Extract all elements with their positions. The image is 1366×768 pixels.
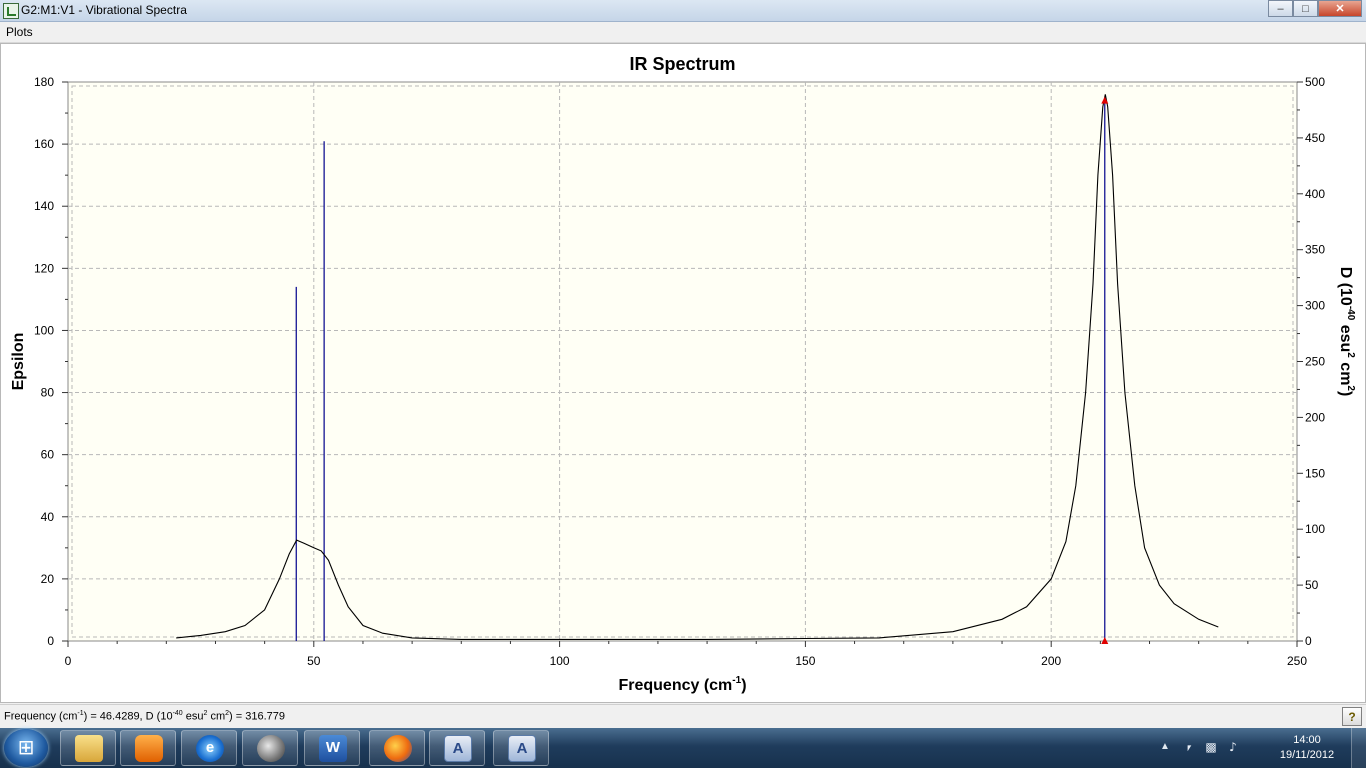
y-tick-label: 40 xyxy=(41,510,55,524)
taskbar-button[interactable] xyxy=(120,730,176,766)
gaussview-icon xyxy=(257,735,285,762)
taskbar-button[interactable] xyxy=(60,730,116,766)
status-readout: Frequency (cm-1) = 46.4289, D (10-40 esu… xyxy=(4,710,286,723)
show-hidden-icons-icon[interactable]: ▲ xyxy=(1160,741,1170,752)
y2-tick-label: 250 xyxy=(1305,355,1325,369)
menu-bar: Plots xyxy=(0,22,1366,43)
firefox-icon xyxy=(384,735,412,762)
y2-tick-label: 450 xyxy=(1305,131,1325,145)
y-tick-label: 180 xyxy=(34,75,54,89)
show-desktop-button[interactable] xyxy=(1351,728,1366,768)
chart-title: IR Spectrum xyxy=(629,54,735,74)
taskbar-button[interactable]: A xyxy=(429,730,485,766)
media-player-icon xyxy=(135,735,163,762)
x-tick-label: 0 xyxy=(65,654,72,668)
x-tick-label: 250 xyxy=(1287,654,1307,668)
chart-panel[interactable]: 0 50 100 150 200 250 0 20 40 60 80 100 120 140 160 180 0… xyxy=(0,43,1366,703)
internet-explorer-icon: e xyxy=(196,735,224,762)
maximize-button[interactable]: □ xyxy=(1293,0,1318,17)
start-button[interactable] xyxy=(4,729,48,767)
status-bar: Frequency (cm-1) = 46.4289, D (10-40 esu… xyxy=(0,704,1366,729)
y-tick-label: 140 xyxy=(34,199,54,213)
taskbar-button[interactable]: e xyxy=(181,730,237,766)
y-tick-label: 100 xyxy=(34,323,54,337)
volume-muted-icon[interactable]: ♪ xyxy=(1226,740,1240,754)
help-button[interactable]: ? xyxy=(1342,707,1362,726)
y2-tick-label: 350 xyxy=(1305,243,1325,257)
y-axis-label: Epsilon xyxy=(10,333,27,391)
close-button[interactable]: ✕ xyxy=(1318,0,1362,17)
folder-icon xyxy=(75,735,103,762)
x-tick-label: 200 xyxy=(1041,654,1061,668)
taskbar: e W A A ▲ ⎖ ▩ ♪ 14:00 19/11/2012 xyxy=(0,728,1366,768)
title-bar: G2:M1:V1 - Vibrational Spectra – □ ✕ xyxy=(0,0,1366,22)
minimize-button[interactable]: – xyxy=(1268,0,1293,17)
ir-spectrum-chart[interactable]: 0 50 100 150 200 250 0 20 40 60 80 100 120 140 160 180 0… xyxy=(1,44,1365,702)
x-tick-label: 100 xyxy=(550,654,570,668)
document-icon: A xyxy=(508,735,536,762)
y-tick-label: 0 xyxy=(47,634,54,648)
plot-area xyxy=(67,81,1298,642)
x-tick-label: 50 xyxy=(307,654,321,668)
clock-time: 14:00 xyxy=(1293,734,1321,746)
taskbar-button[interactable] xyxy=(369,730,425,766)
network-icon[interactable]: ▩ xyxy=(1204,740,1218,754)
y2-tick-label: 150 xyxy=(1305,466,1325,480)
y2-tick-label: 300 xyxy=(1305,299,1325,313)
y2-tick-label: 500 xyxy=(1305,75,1325,89)
icon-glyph: A xyxy=(516,740,528,757)
icon-glyph: e xyxy=(205,739,215,756)
taskbar-button[interactable]: W xyxy=(304,730,360,766)
y2-tick-label: 100 xyxy=(1305,522,1325,536)
y2-tick-label: 200 xyxy=(1305,410,1325,424)
x-axis-label: Frequency (cm-1) xyxy=(618,675,746,694)
y-tick-label: 20 xyxy=(41,572,55,586)
y2-tick-label: 400 xyxy=(1305,187,1325,201)
usb-device-icon[interactable]: ⎖ xyxy=(1182,740,1196,754)
y-tick-label: 160 xyxy=(34,137,54,151)
app-icon xyxy=(3,3,19,19)
y2-tick-label: 50 xyxy=(1305,578,1319,592)
icon-glyph: A xyxy=(452,740,464,757)
taskbar-button[interactable] xyxy=(242,730,298,766)
clock-date: 19/11/2012 xyxy=(1279,749,1335,761)
document-icon: A xyxy=(444,735,472,762)
window-title: G2:M1:V1 - Vibrational Spectra xyxy=(21,3,187,17)
y2-tick-label: 0 xyxy=(1305,634,1312,648)
word-icon: W xyxy=(319,735,347,762)
y-tick-label: 60 xyxy=(41,448,55,462)
x-tick-label: 150 xyxy=(795,654,815,668)
y2-axis-label: D (10-40 esu2 cm2) xyxy=(1337,267,1356,397)
y-tick-label: 80 xyxy=(41,386,55,400)
menu-plots[interactable]: Plots xyxy=(6,25,33,39)
y-tick-label: 120 xyxy=(34,261,54,275)
icon-glyph: W xyxy=(325,739,341,756)
clock[interactable]: 14:00 19/11/2012 xyxy=(1272,733,1342,763)
taskbar-button[interactable]: A xyxy=(493,730,549,766)
